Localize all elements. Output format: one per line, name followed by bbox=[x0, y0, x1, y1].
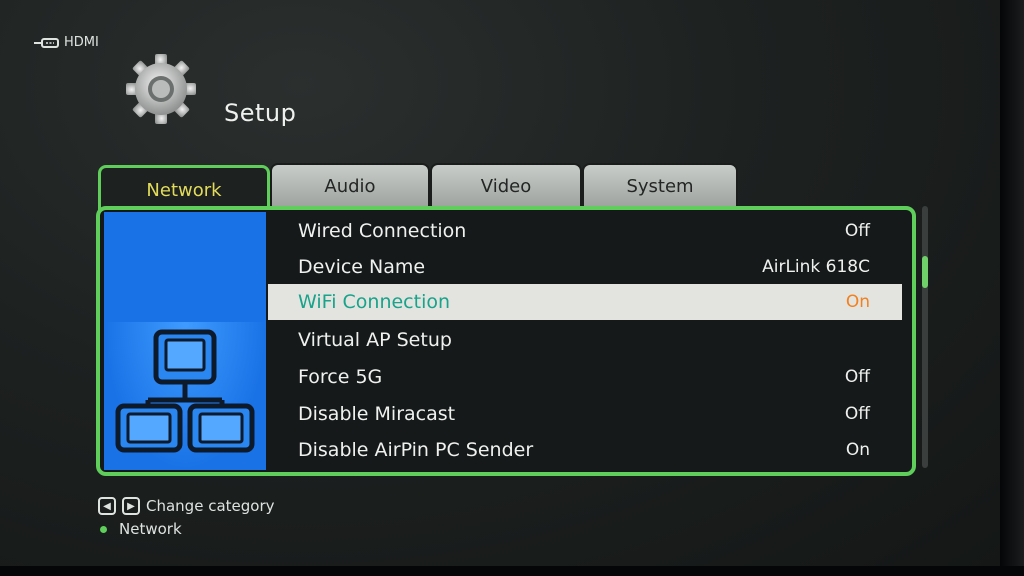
network-icon bbox=[115, 329, 255, 453]
hint-label: Change category bbox=[146, 497, 275, 515]
setting-value: On bbox=[845, 440, 870, 460]
setting-label: WiFi Connection bbox=[298, 291, 451, 313]
breadcrumb-category: Network bbox=[119, 520, 182, 538]
setting-row-disable-miracast[interactable]: Disable Miracast Off bbox=[268, 396, 902, 432]
setting-row-virtual-ap-setup[interactable]: Virtual AP Setup bbox=[268, 322, 902, 358]
hdmi-input-icon bbox=[34, 37, 59, 48]
setting-label: Disable AirPin PC Sender bbox=[298, 439, 534, 461]
setting-label: Wired Connection bbox=[298, 220, 467, 242]
setting-value: Off bbox=[844, 367, 870, 387]
gear-icon bbox=[126, 54, 196, 124]
tv-bezel bbox=[1000, 0, 1024, 576]
left-arrow-key-icon: ◀ bbox=[98, 497, 116, 515]
setting-row-device-name[interactable]: Device Name AirLink 618C bbox=[268, 249, 902, 285]
right-arrow-key-icon: ▶ bbox=[122, 497, 140, 515]
setting-row-wired-connection[interactable]: Wired Connection Off bbox=[268, 213, 902, 249]
setting-row-force-5g[interactable]: Force 5G Off bbox=[268, 359, 902, 395]
breadcrumb: Network bbox=[100, 520, 182, 538]
setting-label: Virtual AP Setup bbox=[298, 329, 452, 351]
setting-label: Disable Miracast bbox=[298, 403, 456, 425]
setting-row-wifi-connection[interactable]: WiFi Connection On bbox=[268, 284, 902, 320]
input-source-indicator: HDMI bbox=[34, 35, 99, 50]
setting-label: Device Name bbox=[298, 256, 426, 278]
scrollbar-thumb[interactable] bbox=[922, 256, 928, 288]
input-source-label: HDMI bbox=[64, 35, 99, 50]
page-title: Setup bbox=[224, 99, 297, 127]
tv-bezel-bottom bbox=[0, 566, 1024, 576]
setting-value: AirLink 618C bbox=[762, 257, 870, 277]
tab-video[interactable]: Video bbox=[430, 163, 582, 207]
status-dot-icon bbox=[100, 525, 107, 533]
setting-row-disable-airpin-pc-sender[interactable]: Disable AirPin PC Sender On bbox=[268, 432, 902, 468]
setting-label: Force 5G bbox=[298, 366, 383, 388]
tab-system[interactable]: System bbox=[582, 163, 738, 207]
setting-value: On bbox=[845, 292, 870, 312]
category-illustration bbox=[104, 212, 266, 470]
tab-audio[interactable]: Audio bbox=[270, 163, 430, 207]
setting-value: Off bbox=[844, 404, 870, 424]
scrollbar[interactable] bbox=[922, 206, 928, 468]
navigation-hint: ◀ ▶ Change category bbox=[98, 497, 275, 515]
setting-value: Off bbox=[844, 221, 870, 241]
